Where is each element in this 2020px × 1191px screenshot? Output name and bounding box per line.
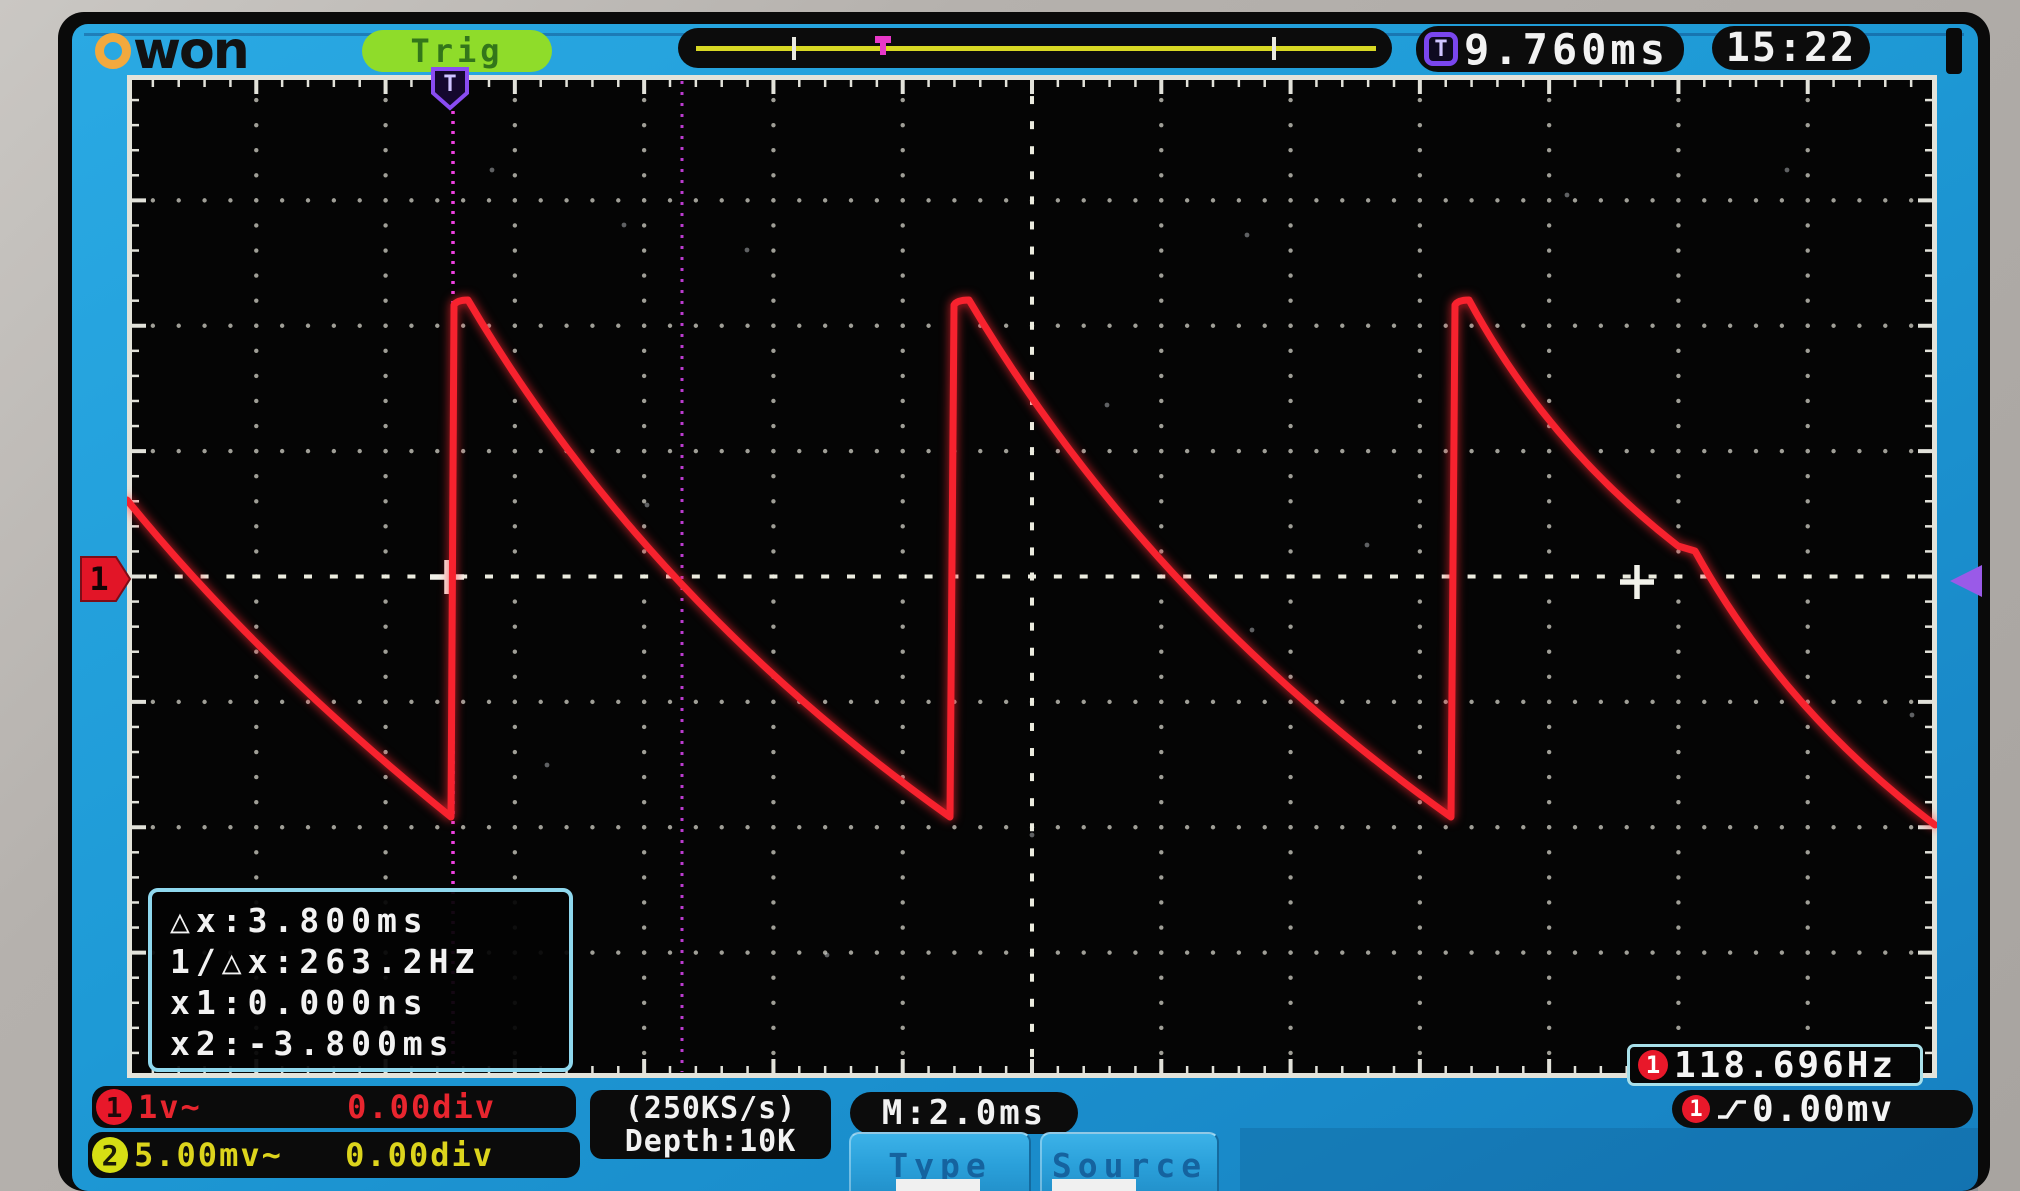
- timeline-trigger-marker: [875, 36, 891, 43]
- owon-logo-o-icon: [95, 33, 131, 69]
- source-value-box: [1052, 1179, 1136, 1191]
- timeline-window-tick: [1272, 37, 1276, 60]
- channel1-readout: 1 1v~ 0.00div: [92, 1086, 576, 1128]
- channel1-scale: 1v~: [138, 1088, 202, 1126]
- memory-depth: Depth:10K: [625, 1125, 797, 1158]
- channel2-position: 0.00div: [345, 1136, 494, 1174]
- acquisition-readout: (250KS/s) Depth:10K: [590, 1090, 831, 1159]
- record-timeline[interactable]: [678, 28, 1392, 68]
- channel1-badge: 1: [96, 1089, 132, 1125]
- freq-channel-badge: 1: [1638, 1050, 1668, 1080]
- cursor-measurement-box: △x:3.800ms 1/△x:263.2HZ x1:0.000ns x2:-3…: [148, 888, 573, 1072]
- trigger-marker-letter: T: [443, 72, 456, 97]
- type-value-box: [896, 1179, 980, 1191]
- rising-edge-icon: [1716, 1097, 1748, 1121]
- channel1-position-marker[interactable]: 1: [80, 556, 132, 602]
- trigger-level-arrow-icon[interactable]: [1948, 564, 1984, 598]
- timebase-value: M:2.0ms: [882, 1093, 1046, 1133]
- trigger-level-value: 0.00mv: [1752, 1089, 1894, 1130]
- frequency-counter: 1 118.696Hz: [1627, 1044, 1923, 1086]
- trigger-t-icon: T: [1424, 32, 1458, 66]
- clock-pill: 15:22: [1712, 26, 1870, 70]
- timebase-pill: M:2.0ms: [850, 1092, 1078, 1134]
- trigger-time-value: 9.760ms: [1464, 25, 1669, 74]
- cursor-x2: x2:-3.800ms: [170, 1023, 569, 1064]
- screen-shade: [1240, 1128, 1978, 1191]
- trig-label: Trig: [410, 32, 503, 70]
- trigger-time-pill: T 9.760ms: [1416, 26, 1684, 72]
- sample-rate: (250KS/s): [625, 1092, 797, 1125]
- channel2-readout: 2 5.00mv~ 0.00div: [88, 1132, 580, 1178]
- trigger-position-marker[interactable]: T: [430, 66, 470, 112]
- cursor-inv-delta-x: 1/△x:263.2HZ: [170, 941, 569, 982]
- trigger-status-readout: 1 0.00mv: [1672, 1090, 1973, 1128]
- owon-logo-text: won: [133, 31, 248, 71]
- channel2-badge: 2: [92, 1137, 128, 1173]
- timeline-window-tick: [792, 37, 796, 60]
- oscilloscope-photo: won Trig T 9.760ms 15:22 T 1 △x:3.800ms …: [0, 0, 2020, 1191]
- freq-value: 118.696Hz: [1674, 1045, 1896, 1086]
- channel1-marker-number: 1: [89, 560, 108, 598]
- owon-logo: won: [95, 28, 248, 74]
- clock-value: 15:22: [1726, 25, 1856, 71]
- cursor-x1: x1:0.000ns: [170, 982, 569, 1023]
- bezel-notch: [1946, 28, 1962, 74]
- channel1-position: 0.00div: [347, 1088, 496, 1126]
- cursor-delta-x: △x:3.800ms: [170, 900, 569, 941]
- channel2-scale: 5.00mv~: [134, 1136, 283, 1174]
- trigger-channel-badge: 1: [1682, 1095, 1710, 1123]
